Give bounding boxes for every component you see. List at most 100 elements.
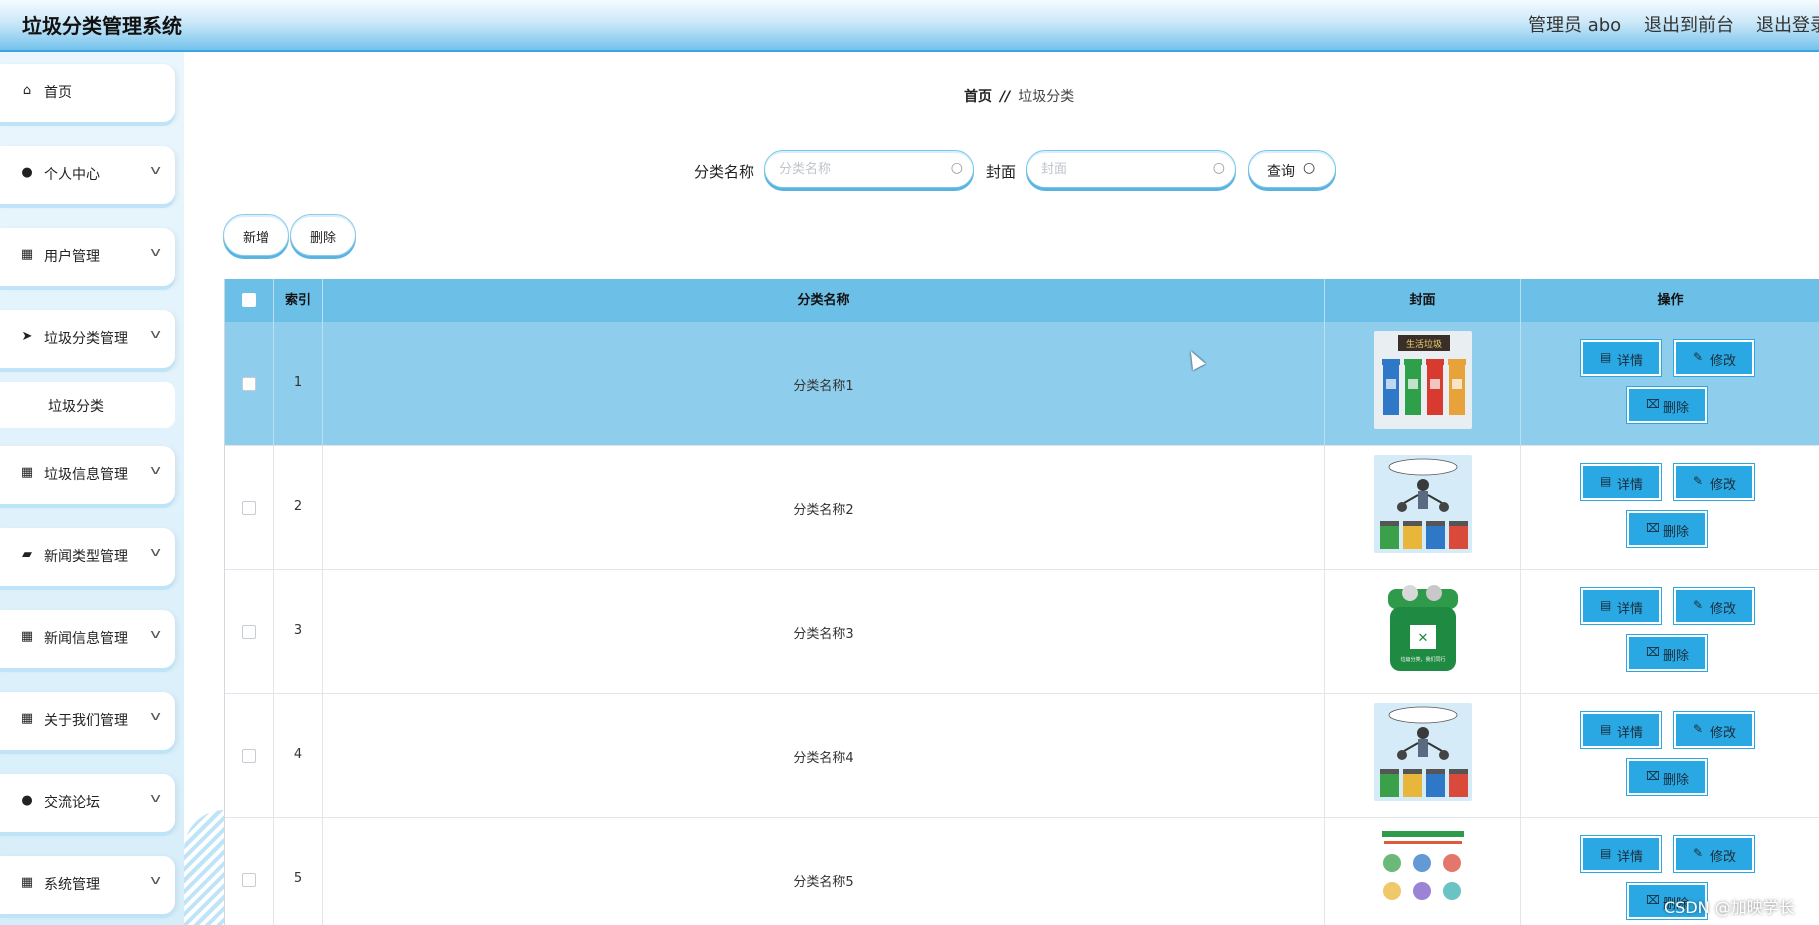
edit-button[interactable]: ✎ 修改 bbox=[1673, 587, 1755, 625]
delete-button[interactable]: ⌧ 删除 bbox=[1626, 386, 1708, 424]
delete-button[interactable]: ⌧ 删除 bbox=[1626, 510, 1708, 548]
cover-thumbnail[interactable] bbox=[1374, 827, 1472, 925]
detail-button[interactable]: ▤ 详情 bbox=[1580, 711, 1662, 749]
current-user: 管理员 abo bbox=[1528, 15, 1622, 36]
edit-button[interactable]: ✎ 修改 bbox=[1673, 463, 1755, 501]
table-row[interactable]: 2 分类名称2 ▤ 详情 ✎ 修改 ⌧ 删除 bbox=[225, 446, 1819, 570]
add-button-label: 新增 bbox=[242, 231, 269, 246]
table-row[interactable]: 3 分类名称3 ✕ 垃圾分类，我们同行 ▤ 详情 ✎ 修改 ⌧ 删除 bbox=[225, 570, 1819, 694]
sidebar-item-label: 新闻类型管理 bbox=[44, 549, 128, 565]
sidebar-item-news-type-management[interactable]: ▰ 新闻类型管理 v bbox=[0, 528, 175, 586]
row-name-cell: 分类名称4 bbox=[323, 694, 1325, 818]
search-cover-input[interactable] bbox=[1041, 159, 1201, 179]
sidebar-item-label: 系统管理 bbox=[44, 877, 100, 893]
paper-plane-icon: ➤ bbox=[21, 329, 33, 344]
table-row[interactable]: 1 分类名称1 生活垃圾 ▤ 详情 ✎ 修改 ⌧ 删除 bbox=[225, 322, 1819, 446]
detail-button[interactable]: ▤ 详情 bbox=[1580, 835, 1662, 873]
row-operations-cell: ▤ 详情 ✎ 修改 ⌧ 删除 bbox=[1521, 570, 1819, 694]
search-name-label: 分类名称 bbox=[694, 163, 755, 181]
row-cover-cell bbox=[1325, 818, 1521, 925]
edit-button-label: 修改 bbox=[1710, 726, 1737, 741]
delete-button[interactable]: ⌧ 删除 bbox=[1626, 634, 1708, 672]
delete-button[interactable]: ⌧ 删除 bbox=[1626, 758, 1708, 796]
grid-icon: ▦ bbox=[20, 247, 34, 262]
cover-thumbnail[interactable] bbox=[1374, 703, 1472, 801]
person-icon: ● bbox=[21, 165, 33, 180]
edit-button[interactable]: ✎ 修改 bbox=[1673, 711, 1755, 749]
front-link[interactable]: 退出到前台 bbox=[1644, 11, 1734, 37]
edit-button[interactable]: ✎ 修改 bbox=[1673, 835, 1755, 873]
trash-icon: ⌧ bbox=[1646, 397, 1660, 411]
cover-thumbnail[interactable]: 生活垃圾 bbox=[1374, 331, 1472, 429]
sidebar-item-news-info-management[interactable]: ▦ 新闻信息管理 v bbox=[0, 610, 175, 668]
edit-button[interactable]: ✎ 修改 bbox=[1673, 339, 1755, 377]
trash-icon: ⌧ bbox=[1646, 521, 1660, 535]
chevron-down-icon: v bbox=[150, 791, 161, 805]
batch-delete-button-label: 删除 bbox=[309, 231, 336, 246]
sidebar-item-label: 新闻信息管理 bbox=[44, 631, 128, 647]
cover-thumbnail[interactable] bbox=[1374, 455, 1472, 553]
delete-button-label: 删除 bbox=[1663, 773, 1690, 788]
sidebar-item-garbage-category-management[interactable]: ➤ 垃圾分类管理 v bbox=[0, 310, 175, 368]
table-row[interactable]: 5 分类名称5 ▤ 详情 ✎ 修改 ⌧ 删除 bbox=[225, 818, 1819, 925]
search-name-input-wrapper[interactable]: ○ bbox=[764, 150, 974, 188]
pencil-icon: ✎ bbox=[1693, 846, 1704, 860]
trash-icon: ⌧ bbox=[1646, 893, 1660, 907]
row-category-name: 分类名称4 bbox=[793, 751, 854, 766]
sidebar-item-user-management[interactable]: ▦ 用户管理 v bbox=[0, 228, 175, 286]
chevron-down-icon: v bbox=[150, 545, 161, 559]
cover-thumbnail[interactable]: ✕ 垃圾分类，我们同行 bbox=[1374, 579, 1472, 677]
search-cover-input-wrapper[interactable]: ○ bbox=[1026, 150, 1236, 188]
detail-button[interactable]: ▤ 详情 bbox=[1580, 339, 1662, 377]
row-cover-cell bbox=[1325, 694, 1521, 818]
trash-icon: ⌧ bbox=[1646, 645, 1660, 659]
sidebar-item-about-us-management[interactable]: ▦ 关于我们管理 v bbox=[0, 692, 175, 750]
row-checkbox[interactable] bbox=[242, 501, 256, 515]
detail-button-label: 详情 bbox=[1617, 726, 1644, 741]
search-name-input[interactable] bbox=[779, 159, 939, 179]
sidebar-item-garbage-info-management[interactable]: ▦ 垃圾信息管理 v bbox=[0, 446, 175, 504]
header-index: 索引 bbox=[274, 279, 323, 322]
add-button[interactable]: 新增 bbox=[223, 214, 289, 256]
sidebar-item-label: 垃圾分类管理 bbox=[44, 331, 128, 347]
detail-button[interactable]: ▤ 详情 bbox=[1580, 587, 1662, 625]
breadcrumb-home[interactable]: 首页 bbox=[964, 89, 992, 105]
row-checkbox[interactable] bbox=[242, 625, 256, 639]
row-operations-cell: ▤ 详情 ✎ 修改 ⌧ 删除 bbox=[1521, 322, 1819, 446]
ticket-icon: ▰ bbox=[22, 547, 32, 562]
row-checkbox[interactable] bbox=[242, 749, 256, 763]
row-category-name: 分类名称1 bbox=[793, 379, 854, 394]
row-category-name: 分类名称3 bbox=[793, 627, 854, 642]
edit-button-label: 修改 bbox=[1710, 850, 1737, 865]
sidebar-item-system-management[interactable]: ▦ 系统管理 v bbox=[0, 856, 175, 914]
sidebar-item-personal-center[interactable]: ● 个人中心 v bbox=[0, 146, 175, 204]
query-button[interactable]: 查询 ○ bbox=[1248, 150, 1336, 188]
table-row[interactable]: 4 分类名称4 ▤ 详情 ✎ 修改 ⌧ 删除 bbox=[225, 694, 1819, 818]
row-cover-cell bbox=[1325, 446, 1521, 570]
document-icon: ▤ bbox=[1600, 846, 1612, 860]
header-category-name: 分类名称 bbox=[323, 279, 1325, 322]
header-select-cell bbox=[225, 279, 274, 322]
detail-button[interactable]: ▤ 详情 bbox=[1580, 463, 1662, 501]
document-icon: ▤ bbox=[1600, 350, 1612, 364]
person-icon: ● bbox=[21, 793, 33, 808]
select-all-checkbox[interactable] bbox=[242, 293, 256, 307]
sidebar-subitem-garbage-category[interactable]: 垃圾分类 bbox=[0, 382, 175, 428]
sidebar-item-forum[interactable]: ● 交流论坛 v bbox=[0, 774, 175, 832]
decorative-stripe bbox=[184, 810, 224, 925]
grid-icon: ▦ bbox=[20, 465, 34, 480]
row-checkbox[interactable] bbox=[242, 873, 256, 887]
row-category-name: 分类名称2 bbox=[793, 503, 854, 518]
edit-button-label: 修改 bbox=[1710, 354, 1737, 369]
sidebar-item-home[interactable]: ⌂ 首页 bbox=[0, 64, 175, 122]
batch-delete-button[interactable]: 删除 bbox=[290, 214, 356, 256]
sidebar-item-label: 首页 bbox=[44, 85, 72, 101]
detail-button-label: 详情 bbox=[1617, 354, 1644, 369]
row-checkbox[interactable] bbox=[242, 377, 256, 391]
row-select-cell bbox=[225, 446, 274, 570]
row-select-cell bbox=[225, 818, 274, 925]
row-cover-cell: ✕ 垃圾分类，我们同行 bbox=[1325, 570, 1521, 694]
sidebar-item-label: 用户管理 bbox=[44, 249, 100, 265]
svg-text:垃圾分类，我们同行: 垃圾分类，我们同行 bbox=[1400, 656, 1445, 663]
logout-link[interactable]: 退出登录 bbox=[1756, 11, 1819, 37]
